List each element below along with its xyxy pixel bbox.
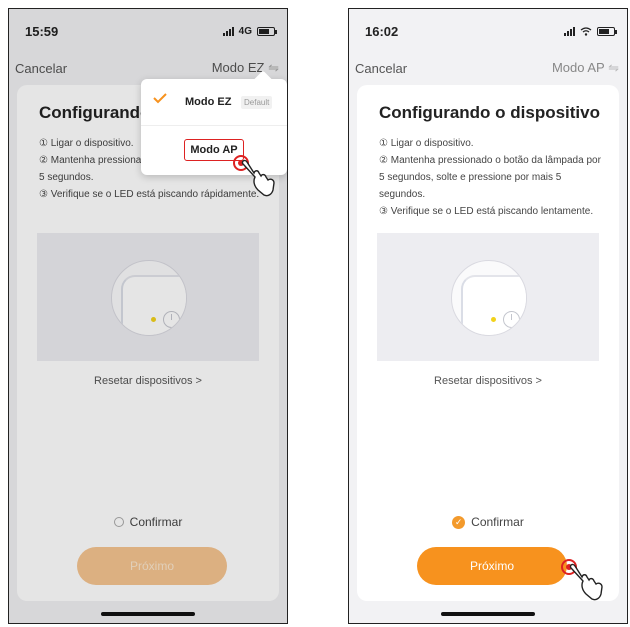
- network-type: 4G: [238, 25, 252, 37]
- confirm-label: Confirmar: [129, 515, 183, 529]
- swap-icon: ⇋: [608, 60, 619, 75]
- cancel-button[interactable]: Cancelar: [355, 61, 407, 76]
- nav-bar: Cancelar Modo AP ⇋: [349, 53, 627, 83]
- setup-card: Configurando o dispositivo ① Ligar o dis…: [357, 85, 619, 601]
- status-time: 16:02: [365, 23, 399, 39]
- next-button[interactable]: Próximo: [417, 547, 567, 585]
- instruction-list: ① Ligar o dispositivo. ② Mantenha pressi…: [379, 135, 605, 220]
- next-button[interactable]: Próximo: [77, 547, 227, 585]
- default-badge: Default: [241, 95, 273, 109]
- wifi-icon: [580, 26, 592, 36]
- checkmark-icon: ✓: [452, 515, 466, 529]
- power-button-icon: [163, 311, 180, 328]
- instruction-step: ① Ligar o dispositivo.: [379, 138, 474, 149]
- confirm-label: Confirmar: [471, 515, 524, 529]
- reset-devices-link[interactable]: Resetar dispositivos >: [357, 375, 619, 387]
- mode-switch-button[interactable]: Modo EZ ⇋: [212, 60, 279, 76]
- instruction-step: ② Mantenha pressionado o botão da lâmpad…: [379, 155, 601, 200]
- cancel-button[interactable]: Cancelar: [15, 61, 67, 76]
- phone-screen-ez-mode: 15:59 4G Cancelar Modo EZ ⇋ Configurando…: [8, 8, 288, 624]
- battery-icon: [257, 26, 277, 36]
- confirm-checkbox[interactable]: ✓ Confirmar: [357, 515, 619, 529]
- phone-screen-ap-mode: 16:02 Cancelar Modo AP ⇋ Configurando o …: [348, 8, 628, 624]
- status-time: 15:59: [25, 23, 59, 39]
- instruction-step: ③ Verifique se o LED está piscando lenta…: [379, 206, 594, 217]
- swap-icon: ⇋: [268, 60, 279, 75]
- confirm-checkbox[interactable]: Confirmar: [17, 515, 279, 529]
- power-button-icon: [503, 311, 520, 328]
- device-illustration: [377, 233, 599, 361]
- reset-devices-link[interactable]: Resetar dispositivos >: [17, 375, 279, 387]
- status-bar: 16:02: [349, 9, 627, 53]
- menu-item-ez-mode[interactable]: Modo EZ Default: [141, 79, 287, 126]
- signal-icon: [564, 26, 575, 36]
- mode-switch-button[interactable]: Modo AP ⇋: [552, 60, 619, 76]
- home-indicator: [101, 612, 195, 616]
- tap-hand-icon: [233, 155, 275, 197]
- signal-icon: [222, 26, 234, 36]
- led-indicator-icon: [151, 317, 156, 322]
- home-indicator: [441, 612, 535, 616]
- page-title: Configurando o dispositivo: [379, 103, 600, 122]
- led-indicator-icon: [491, 317, 496, 322]
- status-bar: 15:59 4G: [9, 9, 287, 53]
- check-icon: [153, 93, 167, 104]
- battery-icon: [597, 26, 617, 36]
- radio-unchecked-icon: [113, 517, 124, 527]
- device-illustration: [37, 233, 259, 361]
- tap-hand-icon: [561, 559, 603, 601]
